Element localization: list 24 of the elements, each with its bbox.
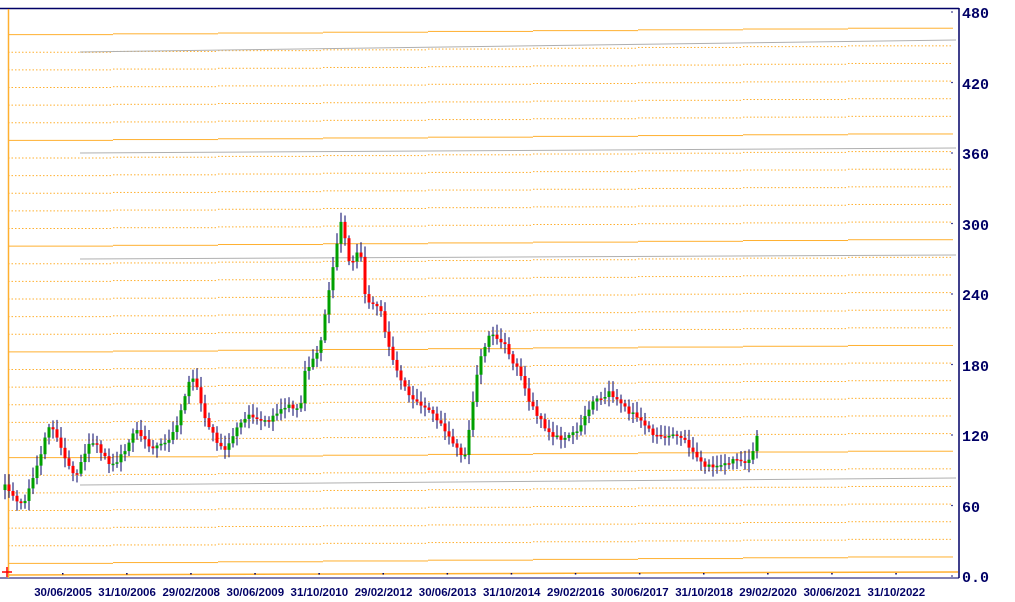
y-axis-label: 0.0 bbox=[962, 570, 989, 587]
x-axis-label: 29/02/2008 bbox=[162, 586, 220, 598]
x-axis-label: 31/10/2010 bbox=[290, 586, 349, 598]
x-axis-label: 30/06/2013 bbox=[418, 586, 477, 598]
y-axis-label: 240 bbox=[962, 288, 989, 305]
y-axis-label: 180 bbox=[962, 358, 989, 376]
y-axis-label: 360 bbox=[962, 147, 989, 164]
x-axis-label: 29/02/2020 bbox=[739, 586, 797, 598]
x-axis-label: 30/06/2005 bbox=[34, 586, 92, 598]
y-axis-label: 60 bbox=[962, 499, 980, 517]
x-axis-label: 30/06/2009 bbox=[226, 586, 285, 598]
y-axis-label: 420 bbox=[962, 76, 989, 94]
y-axis-label: 300 bbox=[962, 217, 989, 235]
x-axis-label: 31/10/2006 bbox=[98, 586, 156, 598]
x-axis-label: 30/06/2017 bbox=[611, 586, 669, 598]
x-axis-label: 31/10/2018 bbox=[675, 586, 733, 598]
x-axis-label: 29/02/2012 bbox=[354, 586, 413, 598]
x-axis-label: 29/02/2016 bbox=[547, 586, 605, 598]
x-axis-label: 31/10/2014 bbox=[482, 586, 541, 598]
y-axis-label: 120 bbox=[962, 429, 989, 446]
x-axis-label: 31/10/2022 bbox=[867, 586, 926, 598]
x-axis-label: 30/06/2021 bbox=[803, 586, 861, 598]
y-axis-label: 480 bbox=[962, 6, 989, 23]
crosshair-icon bbox=[1, 566, 13, 578]
